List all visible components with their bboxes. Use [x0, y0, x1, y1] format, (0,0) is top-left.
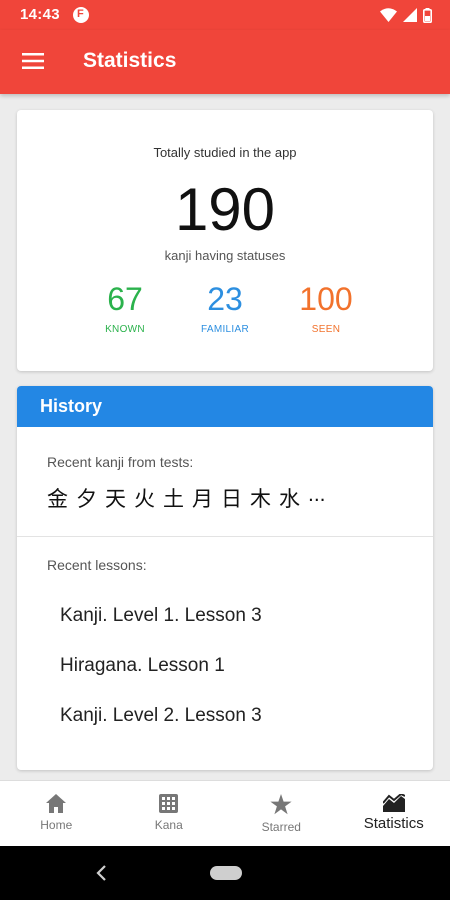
- stat-known-label: KNOWN: [105, 324, 145, 335]
- system-navigation-bar: [0, 846, 450, 900]
- stat-familiar-label: FAMILIAR: [201, 324, 249, 335]
- nav-label-statistics: Statistics: [363, 815, 424, 832]
- stat-known-value: 67: [107, 281, 143, 317]
- stat-familiar: 23 FAMILIAR: [170, 280, 280, 335]
- nav-item-starred[interactable]: Starred: [225, 781, 338, 846]
- recent-lessons-label: Recent lessons:: [47, 557, 147, 573]
- back-icon[interactable]: [92, 863, 112, 883]
- stat-familiar-value: 23: [207, 281, 243, 317]
- history-card: History Recent kanji from tests: 金 夕 天 火…: [17, 386, 433, 770]
- lesson-item[interactable]: Hiragana. Lesson 1: [60, 655, 225, 677]
- home-pill-icon[interactable]: [210, 866, 242, 880]
- kanji-item[interactable]: 天: [105, 483, 126, 513]
- stat-known: 67 KNOWN: [70, 280, 180, 335]
- kanji-item[interactable]: 日: [221, 483, 242, 513]
- summary-card: Totally studied in the app 190 kanji hav…: [17, 110, 433, 371]
- kanji-item[interactable]: 土: [163, 483, 184, 513]
- nav-item-home[interactable]: Home: [0, 781, 113, 846]
- grid-icon: [159, 794, 179, 813]
- divider: [17, 536, 433, 537]
- lesson-item[interactable]: Kanji. Level 1. Lesson 3: [60, 605, 262, 627]
- menu-button[interactable]: [10, 38, 56, 84]
- history-header: History: [17, 386, 433, 427]
- kanji-item[interactable]: 木: [250, 483, 271, 513]
- nav-item-statistics[interactable]: Statistics: [338, 781, 450, 846]
- notification-icon: [73, 7, 89, 23]
- total-count: 190: [174, 176, 276, 243]
- app-bar: Statistics: [0, 30, 450, 94]
- summary-caption: Totally studied in the app: [153, 145, 297, 160]
- status-icons: [380, 7, 432, 23]
- kanji-item[interactable]: 水: [279, 483, 300, 513]
- nav-label-kana: Kana: [154, 818, 183, 832]
- stat-seen-label: SEEN: [311, 324, 341, 335]
- kanji-item[interactable]: 金: [47, 483, 68, 513]
- nav-label-home: Home: [40, 818, 73, 832]
- wifi-icon: [380, 8, 397, 22]
- nav-label-starred: Starred: [261, 820, 301, 834]
- battery-icon: [423, 7, 432, 23]
- star-icon: [270, 794, 292, 815]
- kanji-item[interactable]: 火: [134, 483, 155, 513]
- status-bar: 14:43: [0, 0, 450, 30]
- chart-icon: [382, 794, 405, 812]
- stat-seen: 100 SEEN: [271, 280, 381, 335]
- kanji-item[interactable]: 夕: [76, 483, 97, 513]
- home-icon: [46, 794, 67, 813]
- nav-item-kana[interactable]: Kana: [113, 781, 226, 846]
- bottom-navigation: Home Kana Starred Statistics: [0, 780, 450, 846]
- stat-seen-value: 100: [299, 281, 353, 317]
- lesson-item[interactable]: Kanji. Level 2. Lesson 3: [60, 705, 262, 727]
- page-title: Statistics: [83, 49, 177, 72]
- summary-subcaption: kanji having statuses: [164, 248, 286, 263]
- recent-kanji-label: Recent kanji from tests:: [47, 454, 194, 470]
- status-time: 14:43: [20, 6, 60, 23]
- kanji-item[interactable]: 月: [192, 483, 213, 513]
- kanji-more: ...: [308, 483, 326, 506]
- recent-kanji-list: 金 夕 天 火 土 月 日 木 水 ...: [47, 483, 326, 513]
- hamburger-menu-icon: [22, 53, 44, 69]
- signal-icon: [403, 8, 417, 22]
